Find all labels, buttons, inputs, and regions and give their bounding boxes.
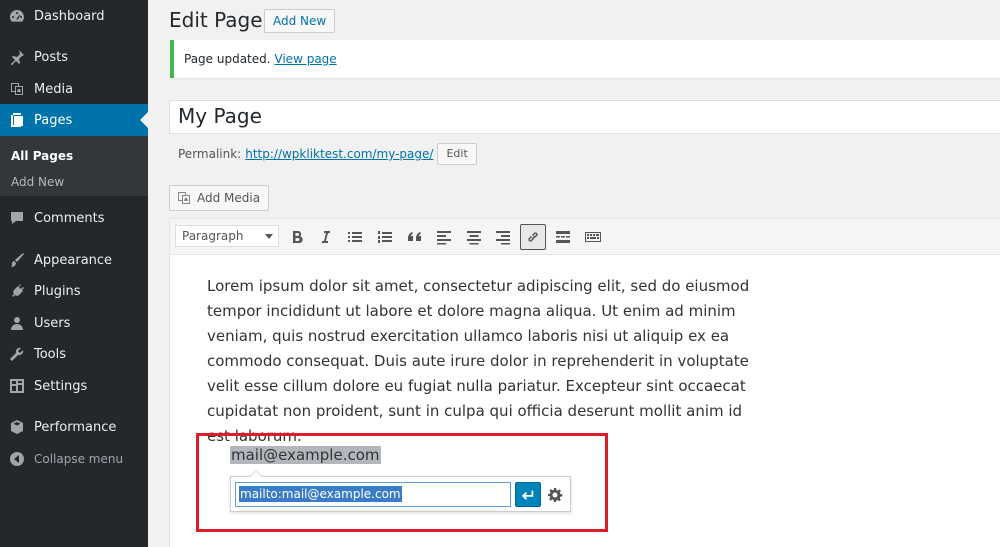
admin-sidebar: Dashboard Posts Media Pages All Pages Ad… [0,0,148,547]
main-content: Edit Page Add New Page updated. View pag… [148,0,1000,547]
align-left-button[interactable] [431,224,457,250]
add-media-icon [178,192,190,204]
sidebar-item-performance[interactable]: Performance [0,411,148,443]
align-right-button[interactable] [490,224,516,250]
sidebar-item-label: Pages [34,112,73,128]
italic-button[interactable] [312,224,338,250]
sidebar-item-dashboard[interactable]: Dashboard [0,0,148,32]
editor-paragraph[interactable]: Lorem ipsum dolor sit amet, consectetur … [207,274,767,449]
permalink-edit-button[interactable]: Edit [437,143,477,165]
bullet-list-button[interactable] [342,224,368,250]
link-url-value: mailto:mail@example.com [239,486,402,502]
add-media-button[interactable]: Add Media [169,185,270,211]
collapse-icon [9,451,25,467]
link-popup: mailto:mail@example.com [230,470,571,512]
sidebar-item-label: Users [34,315,71,331]
media-icon [9,81,25,97]
bold-icon [293,230,303,244]
post-title-input[interactable]: My Page [169,100,1000,134]
sidebar-item-label: Dashboard [34,8,105,24]
comment-icon [9,210,25,226]
align-center-icon [467,231,481,245]
quote-icon [408,232,421,241]
blockquote-button[interactable] [402,224,428,250]
permalink-label: Permalink: [178,147,242,161]
wrench-icon [9,346,25,362]
cube-icon [9,419,25,435]
sidebar-item-posts[interactable]: Posts [0,41,148,73]
gear-icon [548,488,563,502]
page-title: Edit Page [169,8,263,32]
editor-toolbar: Paragraph [170,219,1000,255]
submenu-item-add-new[interactable]: Add New [11,175,64,189]
sidebar-item-label: Settings [34,378,88,394]
permalink-row: Permalink: http://wpkliktest.com/my-page… [178,142,477,166]
enter-icon [521,490,534,500]
bold-button[interactable] [284,224,310,250]
brush-icon [9,252,25,268]
collapse-menu-label: Collapse menu [34,452,124,466]
user-icon [9,315,25,331]
content-editor: Paragraph Lorem ipsum dolor sit amet, co… [169,218,1000,547]
link-url-input[interactable]: mailto:mail@example.com [235,482,511,507]
selected-link-text[interactable]: mail@example.com [230,446,381,464]
format-select[interactable]: Paragraph [175,225,279,247]
settings-icon [9,378,25,394]
sidebar-item-label: Appearance [34,252,113,268]
pages-icon [9,112,25,128]
sidebar-item-label: Posts [34,49,68,65]
add-new-button[interactable]: Add New [264,9,336,33]
sidebar-item-label: Plugins [34,283,81,299]
update-notice: Page updated. View page [170,40,1000,78]
sidebar-item-appearance[interactable]: Appearance [0,244,148,276]
bullet-list-icon [348,232,362,242]
align-left-icon [437,231,451,245]
apply-link-button[interactable] [515,482,541,507]
sidebar-item-users[interactable]: Users [0,307,148,339]
insert-link-button[interactable] [520,224,546,250]
sidebar-item-pages[interactable]: Pages [0,104,148,136]
toolbar-toggle-button[interactable] [580,224,606,250]
collapse-menu-button[interactable]: Collapse menu [0,443,148,475]
sidebar-item-comments[interactable]: Comments [0,202,148,234]
pin-icon [9,49,25,65]
submenu-item-all-pages[interactable]: All Pages [11,149,73,163]
numbered-list-button[interactable] [372,224,398,250]
align-right-icon [496,231,510,245]
view-page-link[interactable]: View page [274,52,336,66]
pages-submenu: All Pages Add New [0,136,148,196]
notice-text: Page updated. [184,52,271,66]
link-options-button[interactable] [545,485,565,505]
link-edit-highlight: mail@example.com mailto:mail@example.com [196,433,608,532]
read-more-icon [556,231,570,243]
sidebar-item-plugins[interactable]: Plugins [0,275,148,307]
permalink-url-link[interactable]: http://wpkliktest.com/my-page/ [245,147,433,161]
keyboard-icon [585,232,601,242]
dashboard-icon [9,8,25,24]
align-center-button[interactable] [461,224,487,250]
sidebar-item-settings[interactable]: Settings [0,370,148,402]
link-icon [528,232,538,242]
numbered-list-icon [378,231,392,243]
add-media-label: Add Media [197,191,261,205]
plug-icon [9,283,25,299]
sidebar-item-tools[interactable]: Tools [0,338,148,370]
sidebar-item-label: Performance [34,419,117,435]
sidebar-item-label: Tools [34,346,67,362]
read-more-button[interactable] [550,224,576,250]
sidebar-item-label: Comments [34,210,105,226]
italic-icon [322,231,330,243]
sidebar-item-label: Media [34,81,74,97]
sidebar-item-media[interactable]: Media [0,73,148,105]
